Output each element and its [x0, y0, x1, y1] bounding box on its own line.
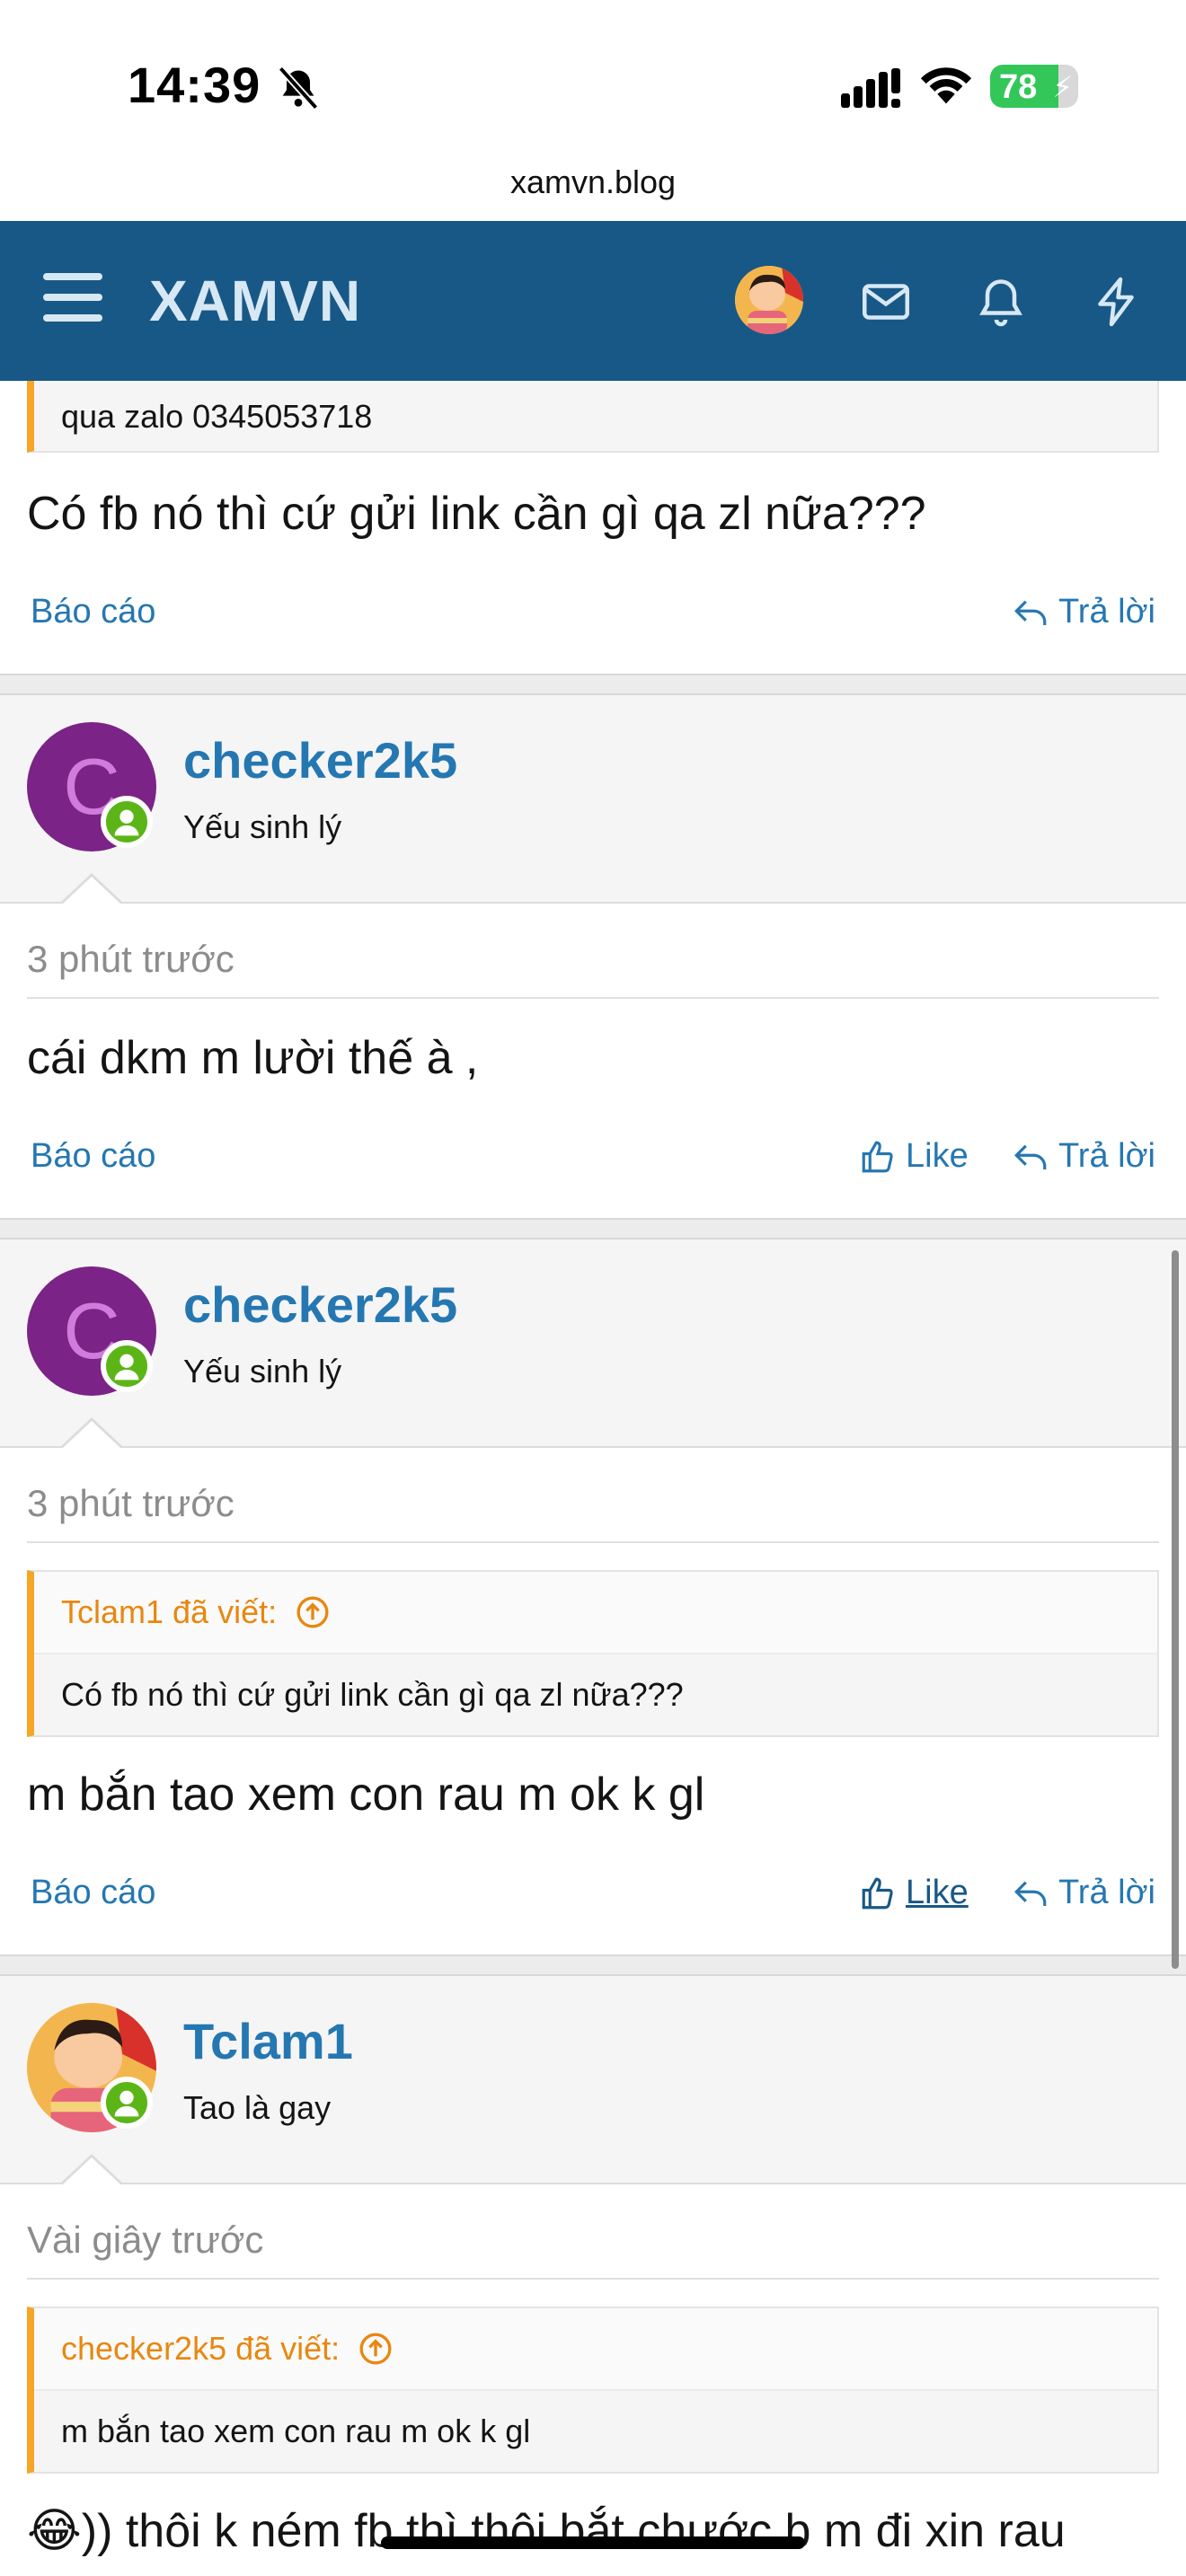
post-message: m bắn tao xem con rau m ok k gl [27, 1769, 705, 1821]
username[interactable]: Tclam1 [183, 2012, 353, 2070]
post-user-block: Tclam1 Tao là gay [0, 1976, 1186, 2184]
like-label: Like [906, 1137, 969, 1175]
user-avatar[interactable] [735, 266, 803, 334]
post-separator [0, 1954, 1186, 1976]
bolt-icon[interactable] [1089, 275, 1143, 329]
reply-button[interactable]: Trả lời [1012, 593, 1155, 631]
divider [27, 2278, 1159, 2280]
status-bar: 14:39 78 ⚡ xamvn.blog [0, 0, 1186, 200]
report-label: Báo cáo [31, 593, 156, 631]
quote-header[interactable]: Tclam1 đã viết: [34, 1572, 1157, 1654]
url-bar[interactable]: xamvn.blog [0, 163, 1186, 201]
post-time[interactable]: Vài giây trước [27, 2219, 263, 2262]
username[interactable]: checker2k5 [183, 731, 457, 790]
post-separator [0, 674, 1186, 695]
cellular-signal-icon [841, 68, 900, 108]
quote-block: qua zalo 0345053718 [27, 381, 1159, 453]
like-button[interactable]: Like [859, 1874, 969, 1912]
reply-label: Trả lời [1058, 1137, 1155, 1175]
online-status-icon [101, 796, 153, 848]
battery-percent: 78 [999, 68, 1038, 106]
caret-fill [63, 1421, 120, 1448]
reply-button[interactable]: Trả lời [1012, 1874, 1155, 1912]
quote-body: qua zalo 0345053718 [61, 398, 373, 435]
report-link[interactable]: Báo cáo [31, 593, 155, 631]
reply-icon [1014, 1881, 1047, 1906]
thumbs-up-icon [862, 1877, 893, 1909]
quote-author: Tclam1 đã viết: [61, 1593, 278, 1630]
reply-icon [1014, 600, 1047, 625]
username[interactable]: checker2k5 [183, 1275, 457, 1334]
quote-body: m bắn tao xem con rau m ok k gl [61, 2413, 531, 2449]
top-navbar: XAMVN [0, 221, 1186, 381]
arrow-up-circle-icon[interactable] [358, 2331, 394, 2367]
user-title: Tao là gay [183, 2089, 332, 2126]
divider [27, 997, 1159, 999]
post-time[interactable]: 3 phút trước [27, 1482, 235, 1525]
arrow-up-circle-icon[interactable] [295, 1594, 331, 1630]
reply-label: Trả lời [1058, 593, 1155, 631]
home-indicator[interactable] [381, 2536, 805, 2549]
user-title: Yếu sinh lý [183, 1353, 342, 1389]
like-button[interactable]: Like [859, 1137, 969, 1176]
quote-block: checker2k5 đã viết: m bắn tao xem con ra… [27, 2307, 1159, 2474]
reply-button[interactable]: Trả lời [1012, 1137, 1155, 1176]
bell-slash-icon [278, 66, 319, 110]
status-time: 14:39 [128, 57, 261, 113]
report-label: Báo cáo [31, 1137, 156, 1175]
post-time[interactable]: 3 phút trước [27, 938, 235, 981]
site-logo[interactable]: XAMVN [149, 268, 361, 334]
post-user-block: C checker2k5 Yếu sinh lý [0, 1239, 1186, 1448]
report-link[interactable]: Báo cáo [31, 1137, 155, 1176]
thread-content: qua zalo 0345053718 Có fb nó thì cứ gửi … [0, 381, 1186, 2576]
reply-icon [1014, 1144, 1047, 1169]
reply-label: Trả lời [1058, 1874, 1155, 1911]
post-message: 😂)) thôi k ném fb thì thôi bắt chước b m… [27, 2505, 1066, 2557]
quote-author: checker2k5 đã viết: [61, 2330, 341, 2367]
online-status-icon [101, 2077, 153, 2129]
charging-icon: ⚡ [1052, 71, 1073, 103]
thumbs-up-icon [862, 1141, 893, 1172]
user-title: Yếu sinh lý [183, 808, 342, 845]
quote-block: Tclam1 đã viết: Có fb nó thì cứ gửi link… [27, 1570, 1159, 1737]
user-icon [114, 2090, 139, 2117]
like-label: Like [906, 1874, 969, 1911]
user-icon [114, 1354, 139, 1381]
envelope-icon[interactable] [859, 275, 913, 329]
post-separator [0, 1218, 1186, 1239]
quote-header[interactable]: checker2k5 đã viết: [34, 2308, 1157, 2391]
wifi-icon [920, 67, 972, 104]
caret-fill [63, 2157, 120, 2184]
caret-fill [63, 877, 120, 904]
bell-icon[interactable] [974, 275, 1028, 329]
online-status-icon [101, 1340, 153, 1392]
report-label: Báo cáo [31, 1874, 156, 1911]
report-link[interactable]: Báo cáo [31, 1874, 155, 1912]
post-user-block: C checker2k5 Yếu sinh lý [0, 695, 1186, 904]
post-message: Có fb nó thì cứ gửi link cần gì qa zl nữ… [27, 488, 926, 540]
quote-body: Có fb nó thì cứ gửi link cần gì qa zl nữ… [61, 1676, 684, 1713]
post-message: cái dkm m lười thế à , [27, 1032, 479, 1084]
menu-icon[interactable] [43, 273, 102, 325]
divider [27, 1541, 1159, 1543]
scrollbar[interactable] [1172, 1250, 1179, 1969]
user-icon [114, 809, 139, 836]
battery-indicator: 78 ⚡ [990, 65, 1078, 108]
avatar-image [735, 266, 803, 334]
